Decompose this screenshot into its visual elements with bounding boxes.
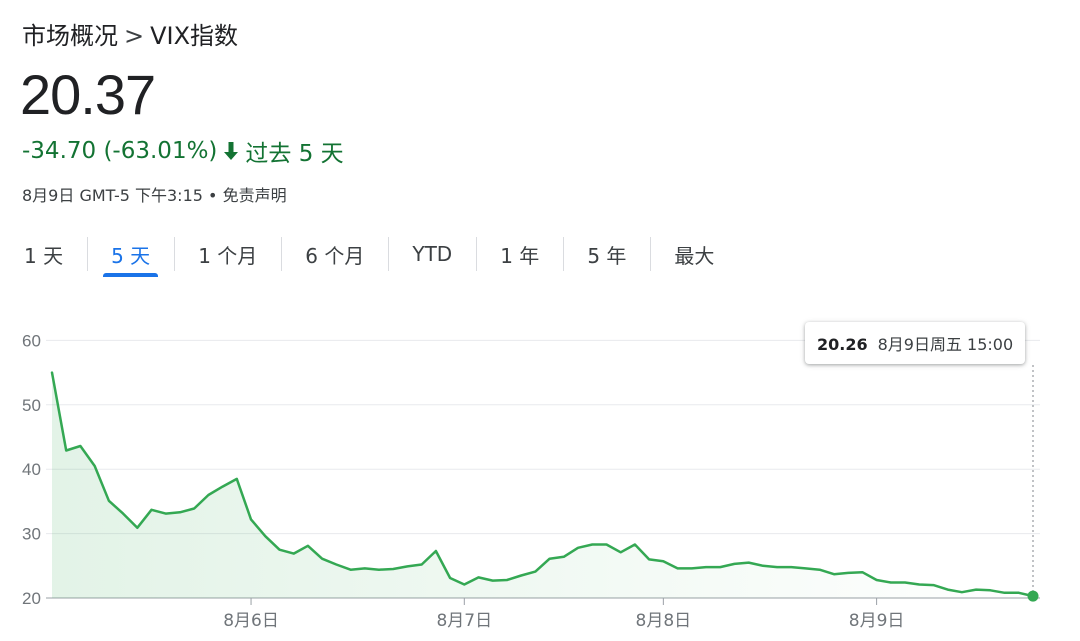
timestamp-text: 8月9日 GMT-5 下午3:15 [22, 186, 203, 205]
tab-label: 最大 [674, 243, 715, 268]
tooltip-date: 8月9日周五 15:00 [877, 335, 1014, 354]
quote-timestamp: 8月9日 GMT-5 下午3:15 • 免责声明 [22, 182, 287, 206]
breadcrumb-market-overview-link[interactable]: 市场概况 [22, 22, 118, 50]
chart-tooltip: 20.26 8月9日周五 15:00 [805, 322, 1026, 364]
tab-max[interactable]: 最大 [650, 232, 738, 276]
tab-5-years[interactable]: 5 年 [563, 232, 650, 276]
change-period: 过去 5 天 [245, 141, 344, 167]
x-tick-label: 8月7日 [436, 611, 492, 631]
breadcrumb-current: VIX指数 [150, 22, 239, 50]
tab-6-months[interactable]: 6 个月 [281, 232, 388, 276]
x-tick-label: 8月6日 [223, 611, 279, 631]
current-price: 20.37 [20, 63, 156, 126]
y-tick-label: 20 [22, 589, 41, 608]
time-range-tabs: 1 天 5 天 1 个月 6 个月 YTD 1 年 5 年 最大 [0, 232, 738, 277]
breadcrumb-separator: > [124, 22, 145, 50]
y-tick-label: 50 [22, 396, 41, 415]
change-value: -34.70 (-63.01%) [22, 138, 218, 164]
arrow-down-icon [223, 141, 239, 161]
tab-label: 1 天 [24, 243, 64, 268]
tab-label: YTD [412, 242, 453, 266]
tab-label: 5 年 [587, 243, 627, 268]
tab-1-month[interactable]: 1 个月 [174, 232, 281, 276]
x-tick-label: 8月9日 [849, 611, 905, 631]
y-tick-label: 40 [22, 460, 41, 479]
tab-label: 5 天 [111, 243, 151, 268]
breadcrumb: 市场概况 > VIX指数 [22, 16, 238, 51]
price-change: -34.70 (-63.01%) 过去 5 天 [22, 134, 344, 168]
tab-label: 6 个月 [305, 243, 365, 268]
tooltip-value: 20.26 [817, 335, 868, 354]
x-tick-label: 8月8日 [636, 611, 692, 631]
tab-5-days[interactable]: 5 天 [87, 232, 174, 277]
hover-point [1027, 590, 1039, 602]
disclaimer-link[interactable]: 免责声明 [223, 186, 287, 205]
tab-label: 1 个月 [198, 243, 258, 268]
tab-1-day[interactable]: 1 天 [0, 232, 87, 276]
y-tick-label: 60 [22, 331, 41, 350]
tab-label: 1 年 [500, 243, 540, 268]
tab-ytd[interactable]: YTD [388, 232, 476, 276]
tab-1-year[interactable]: 1 年 [476, 232, 563, 276]
bullet-separator: • [208, 186, 223, 205]
y-tick-label: 30 [22, 525, 41, 544]
